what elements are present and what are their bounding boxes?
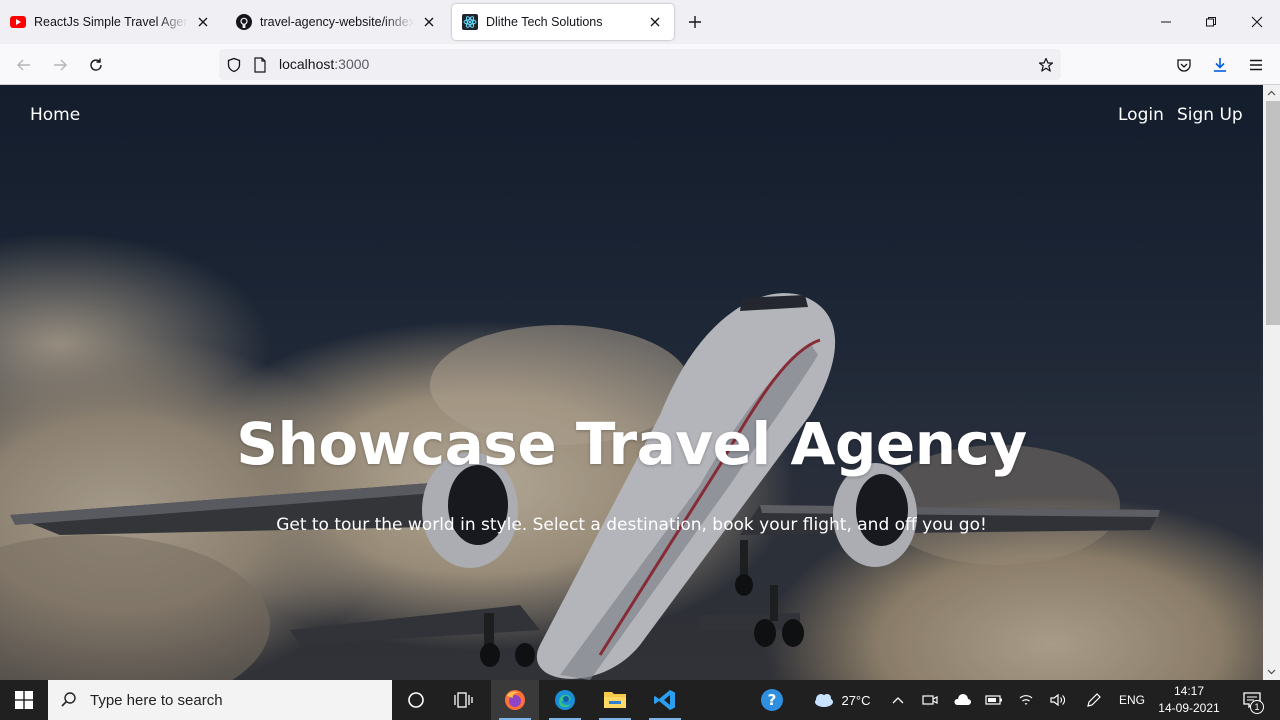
react-icon <box>462 14 478 30</box>
start-button[interactable] <box>0 680 48 720</box>
pen-icon <box>1087 693 1101 707</box>
site-navbar: Home Login Sign Up <box>0 85 1263 147</box>
close-icon[interactable] <box>420 13 438 31</box>
edge-icon <box>555 690 575 710</box>
bookmark-star-icon[interactable] <box>1037 56 1055 74</box>
close-window-button[interactable] <box>1242 8 1272 36</box>
reload-button[interactable] <box>83 52 109 78</box>
pocket-button[interactable] <box>1171 52 1197 78</box>
hero-title: Showcase Travel Agency <box>236 410 1027 478</box>
tray-pen[interactable] <box>1082 680 1106 720</box>
github-icon <box>236 14 252 30</box>
taskbar-firefox[interactable] <box>491 680 539 720</box>
tray-wifi[interactable] <box>1014 680 1038 720</box>
windows-logo-icon <box>15 691 33 709</box>
close-icon[interactable] <box>646 13 664 31</box>
cloud-icon <box>815 694 834 707</box>
vscode-icon <box>654 690 675 710</box>
tray-volume[interactable] <box>1046 680 1070 720</box>
new-tab-button[interactable] <box>684 11 706 33</box>
url-host: localhost <box>279 55 335 72</box>
hero-subtitle: Get to tour the world in style. Select a… <box>276 515 987 535</box>
clock-time: 14:17 <box>1173 684 1205 698</box>
download-icon <box>1214 58 1226 72</box>
meet-now-icon <box>922 695 938 705</box>
nav-toolbar: localhost:3000 <box>0 44 1280 85</box>
notification-badge: 1 <box>1250 700 1264 714</box>
tab-strip: ReactJs Simple Travel Agency La travel-a… <box>0 0 1280 44</box>
taskbar-file-explorer[interactable] <box>591 680 639 720</box>
shield-icon[interactable] <box>225 56 243 74</box>
nav-home-link[interactable]: Home <box>30 105 80 125</box>
hamburger-icon <box>1250 59 1262 71</box>
tray-onedrive[interactable] <box>950 680 974 720</box>
speaker-icon <box>1050 693 1065 707</box>
page-viewport: Home Login Sign Up Showcase Travel Agenc… <box>0 85 1263 680</box>
windows-taskbar: Type here to search ? 27°C ENG 14:17 14-… <box>0 680 1280 720</box>
help-icon: ? <box>761 689 783 711</box>
nav-signup-link[interactable]: Sign Up <box>1177 105 1243 125</box>
arrow-right-icon <box>54 59 67 71</box>
weather-widget[interactable]: 27°C <box>806 680 878 720</box>
task-view-icon <box>454 692 473 708</box>
address-bar[interactable]: localhost:3000 <box>219 49 1061 80</box>
firefox-icon <box>505 690 525 710</box>
onedrive-cloud-icon <box>954 694 971 705</box>
url-text[interactable]: localhost:3000 <box>279 56 369 74</box>
task-view-button[interactable] <box>440 680 488 720</box>
scroll-down-arrow[interactable] <box>1263 664 1280 680</box>
language-label: ENG <box>1118 693 1145 707</box>
close-icon[interactable] <box>194 13 212 31</box>
tray-meet-now[interactable] <box>918 680 942 720</box>
page-icon[interactable] <box>251 56 269 74</box>
nav-login-link[interactable]: Login <box>1118 105 1164 125</box>
search-placeholder: Type here to search <box>90 691 223 709</box>
battery-icon <box>985 695 1002 705</box>
arrow-left-icon <box>17 59 30 71</box>
tray-language[interactable]: ENG <box>1114 680 1150 720</box>
tab-youtube[interactable]: ReactJs Simple Travel Agency La <box>0 4 222 40</box>
url-port: :3000 <box>334 55 370 72</box>
clock-date: 14-09-2021 <box>1158 701 1220 715</box>
tab-dlithe[interactable]: Dlithe Tech Solutions <box>452 4 674 40</box>
taskbar-search-box[interactable]: Type here to search <box>48 680 392 720</box>
youtube-icon <box>10 14 26 30</box>
taskbar-vscode[interactable] <box>641 680 689 720</box>
reload-icon <box>90 58 102 71</box>
back-button[interactable] <box>11 52 37 78</box>
tab-label: travel-agency-website/index.css <box>260 15 414 29</box>
restore-button[interactable] <box>1196 8 1226 36</box>
downloads-button[interactable] <box>1207 52 1233 78</box>
weather-temp: 27°C <box>841 692 871 708</box>
scrollbar-thumb[interactable] <box>1266 101 1280 325</box>
taskbar-edge[interactable] <box>541 680 589 720</box>
help-button[interactable]: ? <box>758 680 786 720</box>
cortana-icon <box>408 692 424 708</box>
taskbar-clock[interactable]: 14:17 14-09-2021 <box>1152 683 1226 717</box>
tray-overflow-button[interactable] <box>888 680 908 720</box>
tab-label: ReactJs Simple Travel Agency La <box>34 15 188 29</box>
pocket-icon <box>1177 59 1191 72</box>
page-scrollbar[interactable] <box>1263 85 1280 680</box>
menu-button[interactable] <box>1243 52 1269 78</box>
tray-battery[interactable] <box>982 680 1006 720</box>
folder-icon <box>604 692 626 708</box>
action-center-button[interactable]: 1 <box>1232 680 1272 720</box>
chevron-up-icon <box>892 697 904 704</box>
tab-github[interactable]: travel-agency-website/index.css <box>226 4 448 40</box>
tab-label: Dlithe Tech Solutions <box>486 15 603 29</box>
hero-overlay <box>0 85 1263 680</box>
minimize-button[interactable] <box>1151 8 1181 36</box>
forward-button[interactable] <box>47 52 73 78</box>
svg-text:?: ? <box>768 691 777 709</box>
wifi-icon <box>1019 695 1033 705</box>
cortana-button[interactable] <box>392 680 440 720</box>
search-icon <box>61 692 76 707</box>
scroll-up-arrow[interactable] <box>1263 85 1280 101</box>
